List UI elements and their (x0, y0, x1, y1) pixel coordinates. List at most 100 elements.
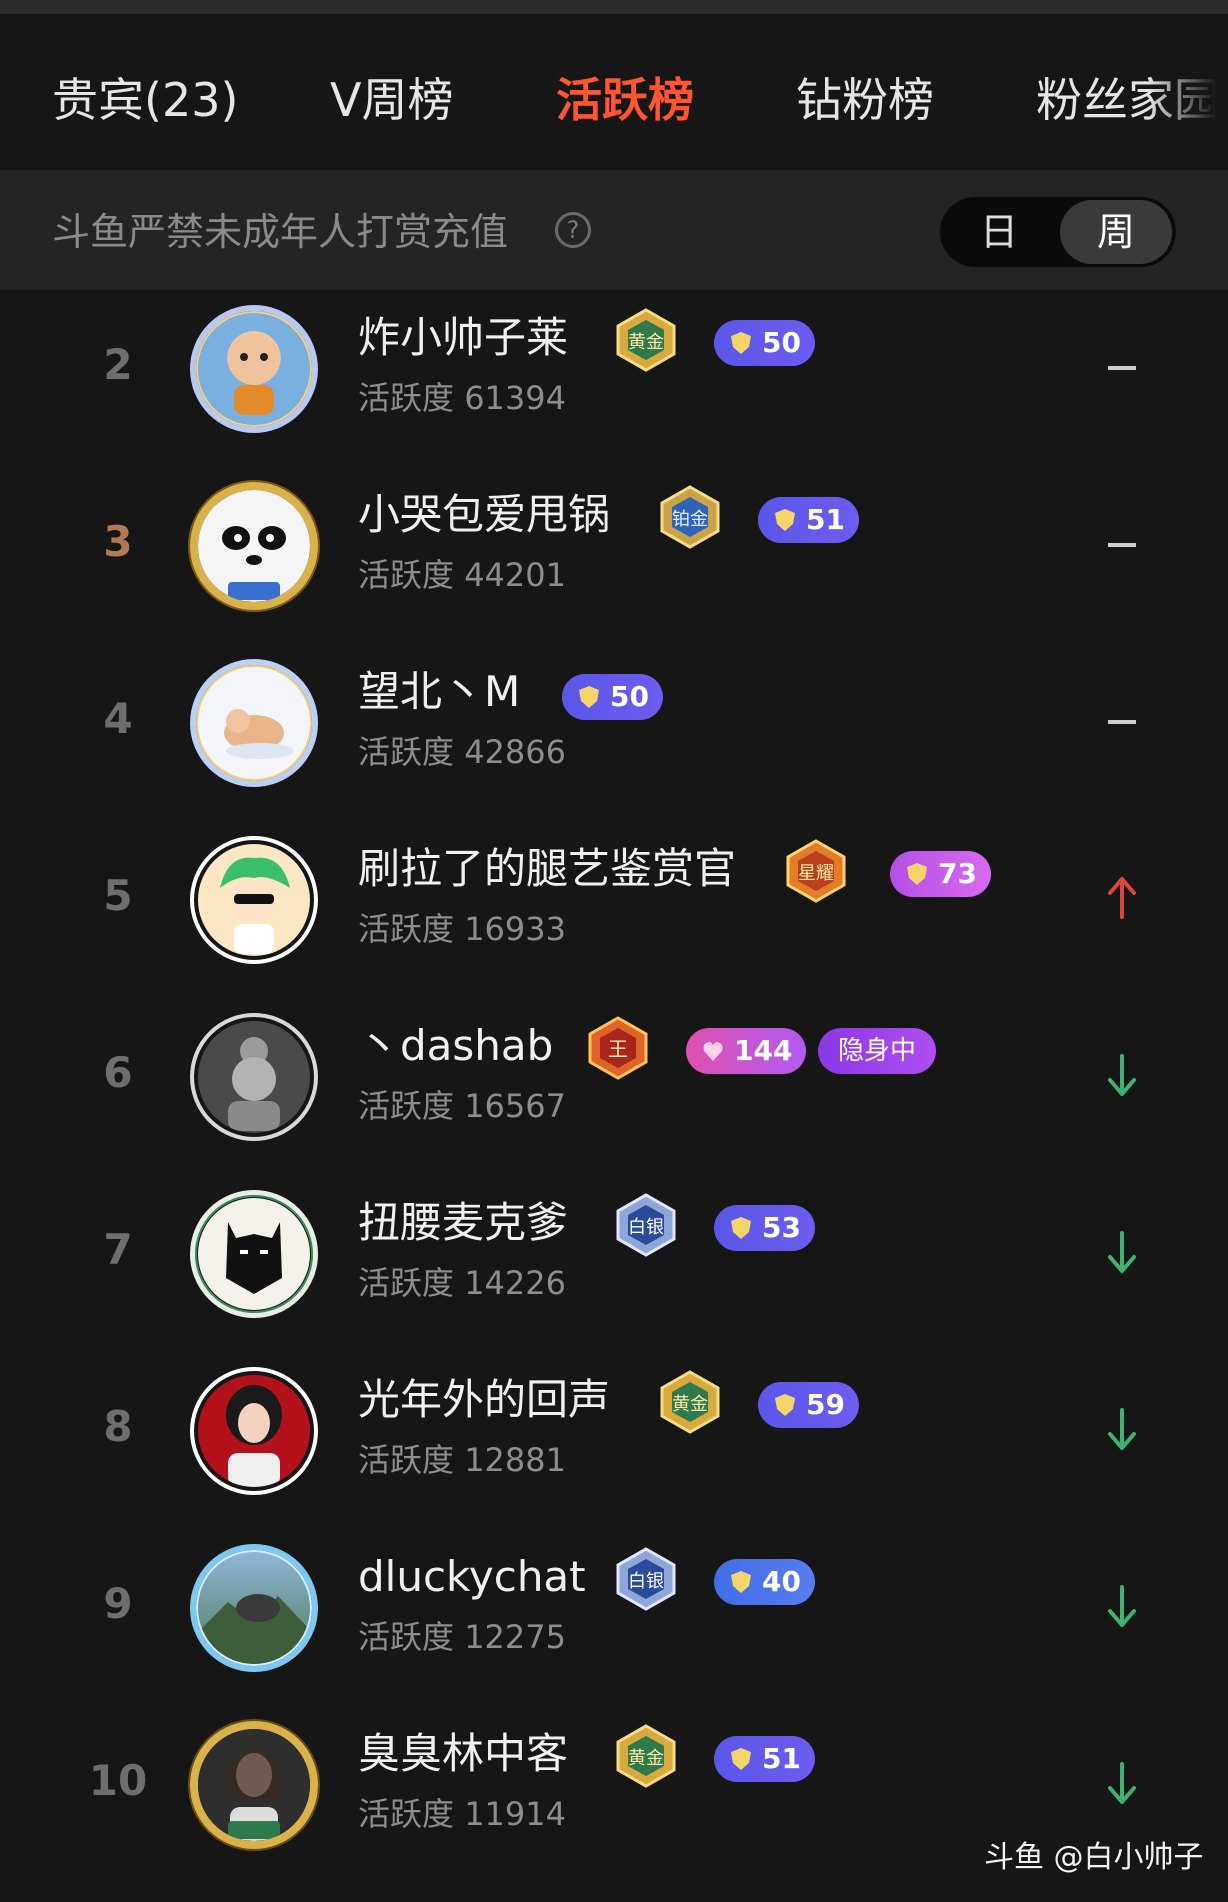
shield-icon (731, 332, 751, 354)
level-badge: 50 (562, 674, 663, 720)
level-value: 59 (806, 1388, 845, 1421)
question-circle-icon[interactable]: ? (555, 212, 591, 248)
trend-down-icon (1108, 1408, 1136, 1450)
period-toggle[interactable]: 日 周 (940, 197, 1176, 267)
activity-score: 活跃度 16567 (358, 1087, 566, 1125)
panda-avatar (198, 490, 310, 602)
list-item[interactable]: 8 光年外的回声 黄金 59 活跃度 12881 (0, 1352, 1228, 1529)
svg-text:黄金: 黄金 (672, 1394, 708, 1415)
avatar[interactable] (190, 1721, 318, 1849)
avatar[interactable] (190, 1367, 318, 1495)
svg-text:铂金: 铂金 (672, 509, 708, 530)
user-name[interactable]: 光年外的回声 (358, 1374, 610, 1426)
cartoon-face-icon (228, 333, 280, 415)
hidden-status-badge: 隐身中 (818, 1028, 937, 1074)
user-name[interactable]: 刷拉了的腿艺鉴赏官 (358, 843, 736, 895)
user-name[interactable]: 臭臭林中客 (358, 1728, 568, 1780)
rank-number: 6 (103, 1048, 133, 1097)
svg-text:黄金: 黄金 (628, 332, 664, 353)
tab-v-weekly[interactable]: V周榜 (330, 72, 453, 128)
level-value: 51 (762, 1742, 801, 1775)
level-value: 50 (610, 680, 649, 713)
trend-down-icon (1108, 1054, 1136, 1096)
svg-text:王: 王 (608, 1037, 628, 1061)
activity-score: 活跃度 16933 (358, 910, 566, 948)
list-item[interactable]: 4 望北丶M 50 活跃度 42866 (0, 644, 1228, 821)
tab-vip[interactable]: 贵宾(23) (52, 72, 238, 128)
king-tier-badge-icon: 王 (588, 1016, 648, 1080)
user-name[interactable]: dluckychat (358, 1551, 586, 1603)
level-value: 50 (762, 326, 801, 359)
rank-number: 5 (103, 871, 133, 920)
shield-icon (731, 1571, 751, 1593)
avatar[interactable] (190, 1190, 318, 1318)
tab-active-ranking[interactable]: 活跃榜 (556, 72, 694, 128)
photo-avatar (198, 1729, 310, 1841)
landscape-avatar (198, 1552, 310, 1664)
gold-tier-badge-icon: 黄金 (616, 308, 676, 372)
rank-number: 7 (103, 1225, 133, 1274)
toggle-week[interactable]: 周 (1060, 200, 1172, 264)
activity-score: 活跃度 42866 (358, 733, 566, 771)
person-photo-icon (228, 1749, 280, 1841)
trend-down-icon (1108, 1231, 1136, 1273)
level-value: 73 (938, 857, 977, 890)
activity-score: 活跃度 12275 (358, 1618, 566, 1656)
gray-character-icon (228, 1037, 280, 1131)
rank-number: 8 (103, 1402, 133, 1451)
level-badge: 144 (686, 1028, 807, 1074)
notice-text: 斗鱼严禁未成年人打赏充值 (52, 210, 509, 254)
trend-down-icon (1108, 1762, 1136, 1804)
avatar[interactable] (190, 305, 318, 433)
silver-tier-badge-icon: 白银 (616, 1193, 676, 1257)
rank-number: 2 (103, 340, 133, 389)
star-tier-badge-icon: 星耀 (786, 839, 846, 903)
ranking-tabs: 贵宾(23) V周榜 活跃榜 钻粉榜 粉丝家园 (0, 14, 1228, 170)
shield-icon (775, 1394, 795, 1416)
list-item[interactable]: 7 扭腰麦克爹 白银 53 活跃度 14226 (0, 1175, 1228, 1352)
list-item[interactable]: 3 小哭包爱甩锅 铂金 51 活跃度 44201 (0, 467, 1228, 644)
level-badge: 51 (758, 497, 859, 543)
avatar[interactable] (190, 836, 318, 964)
trend-up-icon (1108, 877, 1136, 919)
user-name[interactable]: 炸小帅子莱 (358, 312, 568, 364)
avatar[interactable] (190, 1544, 318, 1672)
rank-number: 10 (88, 1756, 148, 1805)
toggle-day[interactable]: 日 (940, 197, 1058, 267)
user-name[interactable]: 小哭包爱甩锅 (358, 489, 610, 541)
list-item[interactable]: 5 刷拉了的腿艺鉴赏官 星耀 73 活跃度 16933 (0, 821, 1228, 998)
svg-text:白银: 白银 (628, 1571, 664, 1592)
trend-same-icon (1108, 366, 1136, 370)
list-item[interactable]: 6 丶dashab 王 144 隐身中 活跃度 16567 (0, 998, 1228, 1175)
panda-face-icon (222, 526, 286, 600)
level-badge: 51 (714, 1736, 815, 1782)
list-item[interactable]: 9 dluckychat 白银 40 活跃度 12275 (0, 1529, 1228, 1706)
tab-diamond-fans[interactable]: 钻粉榜 (796, 72, 934, 128)
platinum-tier-badge-icon: 铂金 (660, 485, 720, 549)
user-name[interactable]: 丶dashab (358, 1020, 553, 1072)
gold-tier-badge-icon: 黄金 (616, 1724, 676, 1788)
cat-avatar (198, 667, 310, 779)
level-badge: 40 (714, 1559, 815, 1605)
avatar[interactable] (190, 482, 318, 610)
rank-number: 3 (103, 517, 133, 566)
avatar[interactable] (190, 659, 318, 787)
user-name[interactable]: 扭腰麦克爹 (358, 1197, 568, 1249)
cartoon-avatar (198, 313, 310, 425)
svg-text:白银: 白银 (628, 1217, 664, 1238)
level-badge: 59 (758, 1382, 859, 1428)
list-item[interactable]: 2 炸小帅子莱 黄金 50 活跃度 61394 (0, 290, 1228, 467)
level-value: 53 (762, 1211, 801, 1244)
avatar[interactable] (190, 1013, 318, 1141)
level-badge: 53 (714, 1205, 815, 1251)
level-value: 51 (806, 503, 845, 536)
gray-avatar (198, 1021, 310, 1133)
rank-number: 9 (103, 1579, 133, 1628)
watermark: 斗鱼 @白小帅子 (984, 1840, 1204, 1875)
trend-same-icon (1108, 720, 1136, 724)
shield-icon (731, 1748, 751, 1770)
user-name[interactable]: 望北丶M (358, 666, 520, 718)
activity-score: 活跃度 12881 (358, 1441, 566, 1479)
sleeping-cat-icon (224, 709, 294, 759)
person-portrait-icon (226, 1385, 282, 1487)
